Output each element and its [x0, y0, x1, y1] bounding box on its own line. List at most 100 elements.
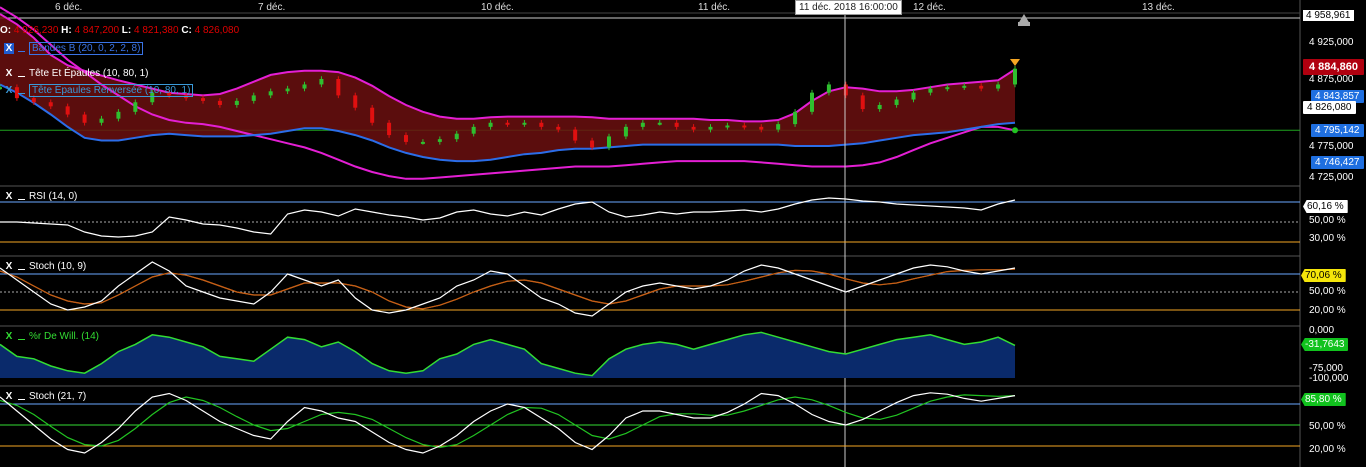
candle-body [99, 118, 104, 123]
candle-body [742, 125, 747, 128]
indicator-name: Tête Épaules Renversée (10, 80, 1) [29, 84, 194, 97]
candle-body [556, 126, 561, 130]
date-label: 12 déc. [913, 2, 946, 13]
williams-value-tag: -31,7643 [1301, 338, 1349, 351]
crosshair-price-tag: 4 826,080 [1303, 101, 1356, 114]
rsi-line [0, 197, 1016, 238]
lower-band-dot [1012, 127, 1018, 134]
rsi-axis-label: 50,00 % [1309, 215, 1346, 226]
close-icon[interactable]: X [4, 391, 14, 402]
panel-williams[interactable]: X %r De Will. (14) [4, 331, 99, 342]
date-label: 11 déc. [698, 2, 731, 13]
date-label: 13 déc. [1142, 2, 1175, 13]
williams-fill [0, 332, 1015, 378]
date-label: 6 déc. [55, 2, 83, 13]
price-axis-label: 4 725,000 [1309, 172, 1354, 183]
candle-body [387, 122, 392, 136]
open-value: 4 926,230 [13, 25, 59, 36]
close-label: C: [181, 25, 192, 36]
candle-body [234, 100, 239, 105]
stoch21-k-line [0, 392, 1016, 454]
panel-name: %r De Will. (14) [29, 331, 100, 342]
candle-body [116, 111, 121, 119]
candle-body [911, 92, 916, 100]
candle-body [522, 122, 527, 125]
minimize-icon[interactable] [17, 331, 26, 342]
stoch-k-line [0, 261, 1016, 317]
candle-body [979, 85, 984, 89]
candle-body [894, 99, 899, 105]
indicator-bollinger[interactable]: X Bandes B (20, 0, 2, 2, 8) [4, 42, 144, 55]
minimize-icon[interactable] [17, 391, 26, 402]
low-label: L: [121, 25, 132, 36]
stoch21-d-line [0, 394, 1016, 449]
candle-body [353, 95, 358, 108]
candle-body [370, 107, 375, 123]
close-icon[interactable]: X [4, 191, 14, 202]
candle-body [488, 122, 493, 127]
candle-body [674, 122, 679, 127]
panel-name: Stoch (10, 9) [29, 261, 87, 272]
open-label: O: [0, 25, 12, 36]
candle-body [843, 84, 848, 96]
close-icon[interactable]: X [4, 85, 14, 96]
pan-handle-base[interactable] [1018, 22, 1030, 26]
minimize-icon[interactable] [17, 85, 26, 96]
panel-name: Stoch (21, 7) [29, 391, 87, 402]
candle-body [928, 88, 933, 93]
candle-body [454, 133, 459, 140]
candle-body [336, 78, 341, 96]
close-icon[interactable]: X [4, 261, 14, 272]
candle-body [962, 85, 967, 88]
candle-body [725, 125, 730, 128]
minimize-icon[interactable] [17, 261, 26, 272]
candle-body [657, 122, 662, 125]
indicator-inverse-head-shoulders[interactable]: X Tête Épaules Renversée (10, 80, 1) [4, 84, 194, 97]
candle-body [82, 114, 87, 123]
date-label: 7 déc. [258, 2, 286, 13]
high-label: H: [61, 25, 72, 36]
stoch21-axis-label: 50,00 % [1309, 421, 1346, 432]
price-axis-label: 4 958,961 [1303, 10, 1354, 21]
close-icon[interactable]: X [4, 68, 14, 79]
close-icon[interactable]: X [4, 331, 14, 342]
candle-body [471, 126, 476, 134]
candle-body [691, 126, 696, 130]
candle-body [640, 122, 645, 127]
high-value: 4 847,200 [74, 25, 120, 36]
williams-axis-label: -100,000 [1309, 373, 1349, 384]
candle-body [302, 84, 307, 89]
candle-body [48, 102, 53, 107]
candle-body [573, 129, 578, 141]
stoch21-axis-label: 20,00 % [1309, 444, 1346, 455]
outer-band-tag: 4 746,427 [1311, 156, 1364, 169]
candle-body [65, 106, 70, 115]
chart-canvas[interactable] [0, 0, 1366, 467]
candle-body [1013, 68, 1017, 85]
candle-body [826, 84, 831, 93]
candle-body [268, 91, 273, 96]
close-icon[interactable]: X [4, 43, 14, 54]
panel-rsi[interactable]: X RSI (14, 0) [4, 191, 78, 202]
indicator-head-shoulders[interactable]: X Tête Et Épaules (10, 80, 1) [4, 68, 149, 79]
stoch21-value-tag: 85,80 % [1301, 393, 1346, 406]
stoch-d-line [0, 268, 1016, 310]
panel-stoch-21[interactable]: X Stoch (21, 7) [4, 391, 87, 402]
minimize-icon[interactable] [17, 191, 26, 202]
candle-body [708, 126, 713, 130]
minimize-icon[interactable] [17, 43, 26, 54]
last-price-tag: 4 884,860 [1303, 59, 1364, 75]
last-price-marker [1010, 59, 1020, 66]
candle-body [201, 98, 205, 101]
rsi-axis-label: 30,00 % [1309, 233, 1346, 244]
candle-body [877, 104, 882, 110]
candle-body [505, 122, 510, 125]
close-value: 4 826,080 [194, 25, 240, 36]
candle-body [437, 139, 442, 142]
candle-body [810, 92, 814, 112]
minimize-icon[interactable] [17, 68, 26, 79]
candle-body [776, 124, 781, 130]
stoch-value-tag: 70,06 % [1301, 269, 1346, 282]
panel-stoch-10[interactable]: X Stoch (10, 9) [4, 261, 87, 272]
price-axis-label: 4 775,000 [1309, 141, 1354, 152]
